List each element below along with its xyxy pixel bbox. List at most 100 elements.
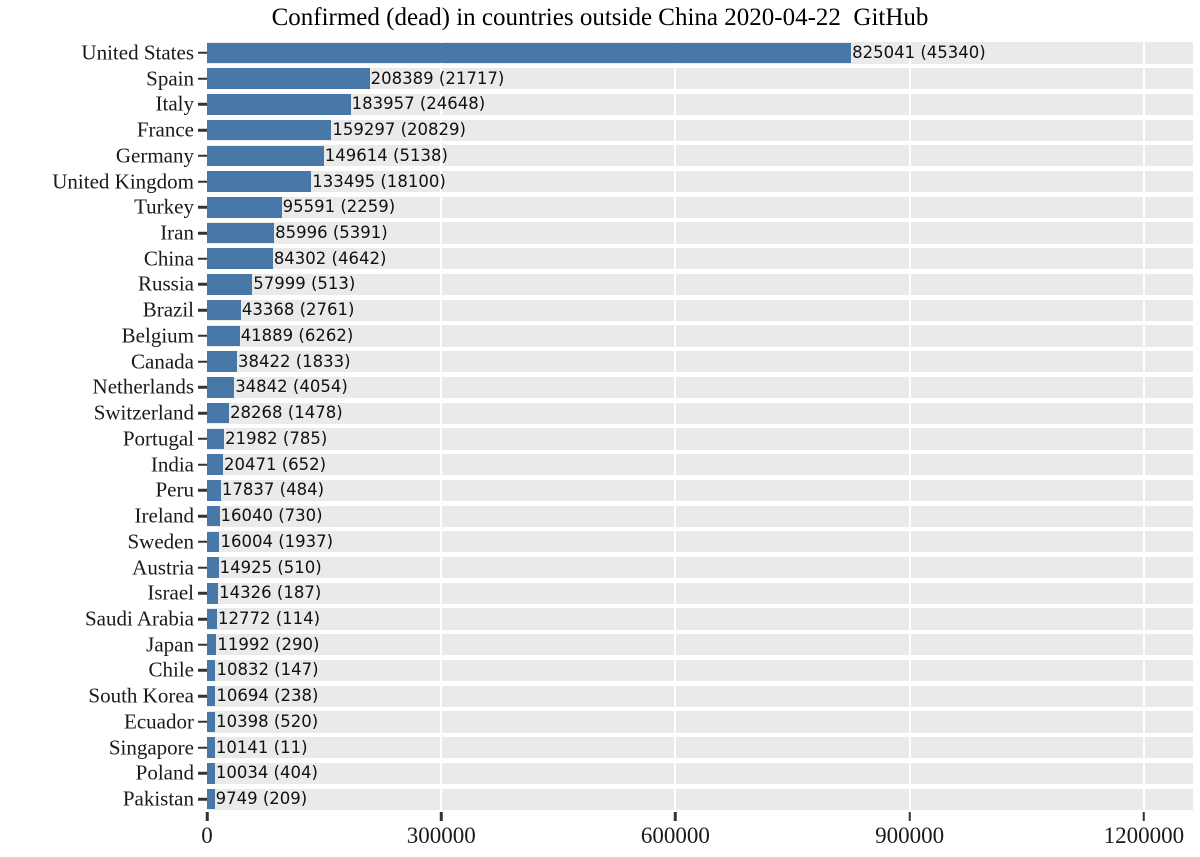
y-tick-label-switzerland: Switzerland (93, 400, 194, 425)
y-tick-mark (198, 437, 207, 441)
bar (207, 145, 324, 167)
bar-row: 11992 (290) (207, 634, 1193, 656)
bar (207, 711, 216, 733)
y-tick-mark (198, 797, 207, 801)
bar-row: 85996 (5391) (207, 222, 1193, 244)
y-tick-label-italy: Italy (155, 91, 194, 116)
y-tick-mark (198, 386, 207, 389)
y-tick-mark (198, 720, 207, 724)
bar-row: 133495 (18100) (207, 171, 1193, 192)
y-tick-mark (198, 694, 207, 698)
x-tick-label-0: 0 (201, 823, 213, 848)
y-tick-label-chile: Chile (148, 657, 195, 682)
y-tick-label-singapore: Singapore (108, 735, 194, 760)
bar-value-label: 159297 (20829) (332, 119, 466, 139)
y-tick-mark (198, 746, 207, 749)
y-tick-mark (198, 257, 207, 260)
bar (207, 248, 273, 270)
bar (207, 505, 220, 527)
y-tick-label-iran: Iran (160, 220, 194, 245)
bar-value-label: 14326 (187) (219, 583, 322, 602)
y-tick-label-austria: Austria (132, 555, 194, 580)
bar-value-label: 183957 (24648) (351, 94, 486, 114)
bar-row: 14925 (510) (207, 557, 1193, 578)
y-tick-label-russia: Russia (137, 271, 194, 296)
y-tick-label-belgium: Belgium (121, 323, 194, 348)
bar-row: 208389 (21717) (207, 68, 1193, 89)
y-tick-label-portugal: Portugal (122, 426, 194, 451)
bar-value-label: 9749 (209) (215, 788, 308, 808)
bar-row: 10398 (520) (207, 711, 1193, 733)
bar-row: 10832 (147) (207, 660, 1193, 681)
bar (207, 68, 370, 89)
bar (207, 531, 220, 553)
bar-row: 41889 (6262) (207, 325, 1193, 347)
y-tick-mark (198, 540, 207, 544)
y-tick-label-brazil: Brazil (142, 297, 194, 322)
y-tick-mark (198, 180, 207, 183)
bar-row: 34842 (4054) (207, 377, 1193, 398)
y-tick-mark (198, 154, 207, 158)
bar-value-label: 38422 (1833) (237, 351, 351, 371)
y-tick-mark (198, 360, 207, 363)
bar-value-label: 20471 (652) (223, 454, 327, 474)
y-tick-label-israel: Israel (147, 580, 194, 605)
x-tick-mark (1142, 812, 1146, 821)
bar-value-label: 10141 (11) (215, 737, 308, 757)
y-tick-label-united-kingdom: United Kingdom (52, 169, 194, 194)
y-tick-label-canada: Canada (131, 349, 194, 374)
bar-value-label: 11992 (290) (217, 634, 320, 654)
y-tick-mark (198, 592, 207, 595)
bar-value-label: 10034 (404) (215, 763, 318, 783)
y-tick-label-china: China (143, 246, 194, 271)
y-tick-label-india: India (150, 452, 194, 477)
y-axis: United States Spain Italy France Germany Unit… (0, 40, 207, 812)
bar (207, 428, 225, 450)
bar-value-label: 85996 (5391) (275, 222, 388, 242)
bar-value-label: 149614 (5138) (324, 145, 448, 165)
bar-value-label: 21982 (785) (225, 428, 328, 448)
bar-row: 38422 (1833) (207, 351, 1193, 372)
bar-row: 17837 (484) (207, 480, 1193, 501)
y-tick-label-germany: Germany (115, 143, 194, 168)
bar-value-label: 95591 (2259) (282, 197, 396, 216)
x-tick-mark (908, 812, 911, 821)
y-tick-mark (198, 643, 207, 646)
bar (207, 351, 237, 372)
bar (207, 196, 282, 218)
bar (207, 634, 217, 656)
bar (207, 685, 216, 707)
y-tick-mark (198, 77, 207, 80)
bar-row: 10694 (238) (207, 685, 1193, 707)
y-tick-label-france: France (136, 117, 194, 142)
y-tick-mark (198, 206, 207, 209)
y-tick-label-united-states: United States (81, 40, 194, 65)
y-tick-mark (198, 566, 207, 569)
y-tick-mark (198, 514, 207, 518)
y-tick-mark (198, 231, 207, 235)
bar (207, 763, 215, 784)
y-tick-mark (198, 489, 207, 492)
bar-row: 43368 (2761) (207, 299, 1193, 321)
bar-value-label: 16040 (730) (220, 505, 323, 525)
bar-row: 95591 (2259) (207, 196, 1193, 218)
bar-row: 10034 (404) (207, 763, 1193, 784)
bar-value-label: 208389 (21717) (370, 68, 505, 88)
bar-value-label: 34842 (4054) (235, 377, 348, 397)
y-tick-mark (198, 334, 207, 338)
x-tick-label-300000: 300000 (406, 823, 476, 848)
x-axis: 0 300000 600000 900000 1200000 (0, 812, 1200, 857)
bar-row: 20471 (652) (207, 454, 1193, 475)
bar (207, 608, 217, 630)
bar-row: 9749 (209) (207, 788, 1193, 810)
y-tick-label-ecuador: Ecuador (124, 709, 194, 734)
x-tick-mark (674, 812, 677, 821)
x-tick-mark (439, 812, 443, 821)
bar-value-label: 133495 (18100) (312, 171, 446, 191)
y-tick-mark (198, 669, 207, 672)
plot-area: 825041 (45340) 208389 (21717) 183957 (2464… (207, 40, 1193, 812)
bar-row: 12772 (114) (207, 608, 1193, 630)
y-tick-mark (198, 308, 207, 312)
chart-title: Confirmed (dead) in countries outside Ch… (271, 4, 929, 31)
bar-value-label: 43368 (2761) (241, 299, 355, 319)
